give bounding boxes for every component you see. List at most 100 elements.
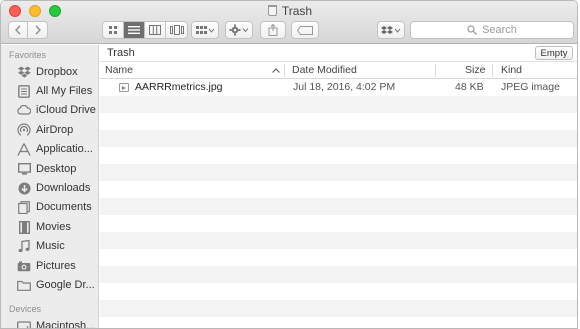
sidebar-item-label: Movies: [36, 221, 71, 233]
documents-icon: [17, 200, 31, 214]
trash-icon: [267, 5, 277, 16]
applications-icon: [17, 142, 31, 156]
sidebar-item-documents[interactable]: Documents: [1, 198, 98, 216]
sidebar-item-label: Google Dr...: [36, 279, 95, 291]
movies-icon: [17, 220, 31, 234]
dropbox-icon: [381, 25, 401, 34]
folder-title: Trash: [107, 47, 135, 59]
sidebar-item-google-drive[interactable]: Google Dr...: [1, 276, 98, 294]
sidebar-item-music[interactable]: Music: [1, 237, 98, 255]
sidebar-item-label: Documents: [36, 201, 92, 213]
empty-row: [100, 96, 577, 113]
gear-icon: [229, 24, 249, 36]
cover-flow-button[interactable]: [166, 22, 187, 38]
sidebar-item-label: Downloads: [36, 182, 91, 194]
sidebar-item-dropbox[interactable]: Dropbox: [1, 63, 98, 81]
list-view-button[interactable]: [124, 22, 146, 38]
sidebar-item-pictures[interactable]: Pictures: [1, 257, 98, 275]
navigation-buttons: [8, 21, 48, 39]
sidebar-item-applications[interactable]: Applicatio...: [1, 140, 98, 158]
empty-trash-button[interactable]: Empty: [535, 46, 573, 60]
empty-row: [100, 215, 577, 232]
empty-row: [100, 130, 577, 147]
empty-row: [100, 232, 577, 249]
cover-flow-icon: [169, 25, 184, 35]
action-button[interactable]: [225, 21, 253, 39]
pictures-icon: [17, 259, 31, 273]
empty-row: [100, 249, 577, 266]
airdrop-icon: [17, 123, 31, 137]
file-row[interactable]: AARRRmetrics.jpg Jul 18, 2016, 4:02 PM 4…: [100, 79, 577, 96]
toolbar: Trash Search: [1, 1, 577, 44]
empty-row: [100, 113, 577, 130]
search-field[interactable]: Search: [410, 21, 574, 39]
empty-row: [100, 300, 577, 317]
share-icon: [268, 24, 278, 36]
back-button[interactable]: [9, 22, 28, 38]
folder-icon: [17, 278, 31, 292]
sidebar-item-label: Desktop: [36, 163, 77, 175]
path-bar: Trash Empty: [100, 45, 577, 62]
empty-row: [100, 164, 577, 181]
empty-row: [100, 198, 577, 215]
sidebar-item-label: AirDrop: [36, 124, 74, 136]
sidebar-item-macintosh-hd[interactable]: Macintosh...: [1, 317, 98, 328]
hard-drive-icon: [17, 319, 31, 328]
arrange-button[interactable]: [191, 21, 219, 39]
sidebar-item-label: All My Files: [36, 85, 93, 97]
sidebar-item-airdrop[interactable]: AirDrop: [1, 121, 98, 139]
desktop-icon: [17, 162, 31, 176]
finder-window: Trash Search Favorites Dropbox All My Fi…: [0, 0, 578, 329]
share-button[interactable]: [260, 21, 286, 39]
all-files-icon: [17, 84, 31, 98]
column-date-header[interactable]: Date Modified: [292, 64, 357, 76]
column-divider[interactable]: [492, 64, 493, 77]
jpeg-file-icon: [119, 83, 129, 92]
empty-row: [100, 266, 577, 283]
sidebar-heading-devices: Devices: [9, 304, 42, 314]
sidebar-item-label: Dropbox: [36, 66, 78, 78]
search-placeholder: Search: [482, 24, 517, 36]
file-browser: Trash Empty Name Date Modified Size Kind…: [100, 45, 577, 328]
arrange-icon: [196, 26, 214, 34]
icon-view-icon: [109, 26, 117, 34]
window-title: Trash: [281, 4, 313, 18]
sidebar-item-desktop[interactable]: Desktop: [1, 160, 98, 178]
sidebar-item-movies[interactable]: Movies: [1, 218, 98, 236]
list-view-icon: [128, 26, 141, 34]
music-icon: [17, 239, 31, 253]
tags-button[interactable]: [291, 21, 319, 39]
sidebar: Favorites Dropbox All My Files iCloud Dr…: [1, 45, 99, 328]
sidebar-item-label: Applicatio...: [36, 143, 93, 155]
column-name-header[interactable]: Name: [105, 64, 133, 76]
file-list: AARRRmetrics.jpg Jul 18, 2016, 4:02 PM 4…: [100, 79, 577, 328]
dropbox-icon: [17, 65, 31, 79]
column-divider[interactable]: [435, 64, 436, 77]
cloud-icon: [17, 103, 31, 117]
sidebar-item-downloads[interactable]: Downloads: [1, 179, 98, 197]
chevron-left-icon: [15, 25, 21, 35]
empty-row: [100, 283, 577, 300]
dropbox-toolbar-button[interactable]: [377, 21, 405, 39]
icon-view-button[interactable]: [103, 22, 125, 38]
column-view-button[interactable]: [145, 22, 167, 38]
sidebar-item-label: iCloud Drive: [36, 104, 96, 116]
column-divider[interactable]: [284, 64, 285, 77]
sidebar-item-label: Music: [36, 240, 65, 252]
downloads-icon: [17, 181, 31, 195]
sidebar-item-icloud-drive[interactable]: iCloud Drive: [1, 101, 98, 119]
file-name: AARRRmetrics.jpg: [135, 81, 223, 93]
column-kind-header[interactable]: Kind: [501, 64, 522, 76]
sidebar-item-all-my-files[interactable]: All My Files: [1, 82, 98, 100]
window-title-area: Trash: [1, 4, 577, 18]
sidebar-item-label: Pictures: [36, 260, 76, 272]
sidebar-heading-favorites: Favorites: [9, 50, 47, 60]
empty-row: [100, 147, 577, 164]
file-kind: JPEG image: [501, 81, 560, 93]
forward-button[interactable]: [28, 22, 47, 38]
column-size-header[interactable]: Size: [465, 64, 485, 76]
search-icon: [467, 25, 478, 35]
empty-row: [100, 317, 577, 328]
file-date: Jul 18, 2016, 4:02 PM: [293, 81, 396, 93]
chevron-right-icon: [35, 25, 41, 35]
